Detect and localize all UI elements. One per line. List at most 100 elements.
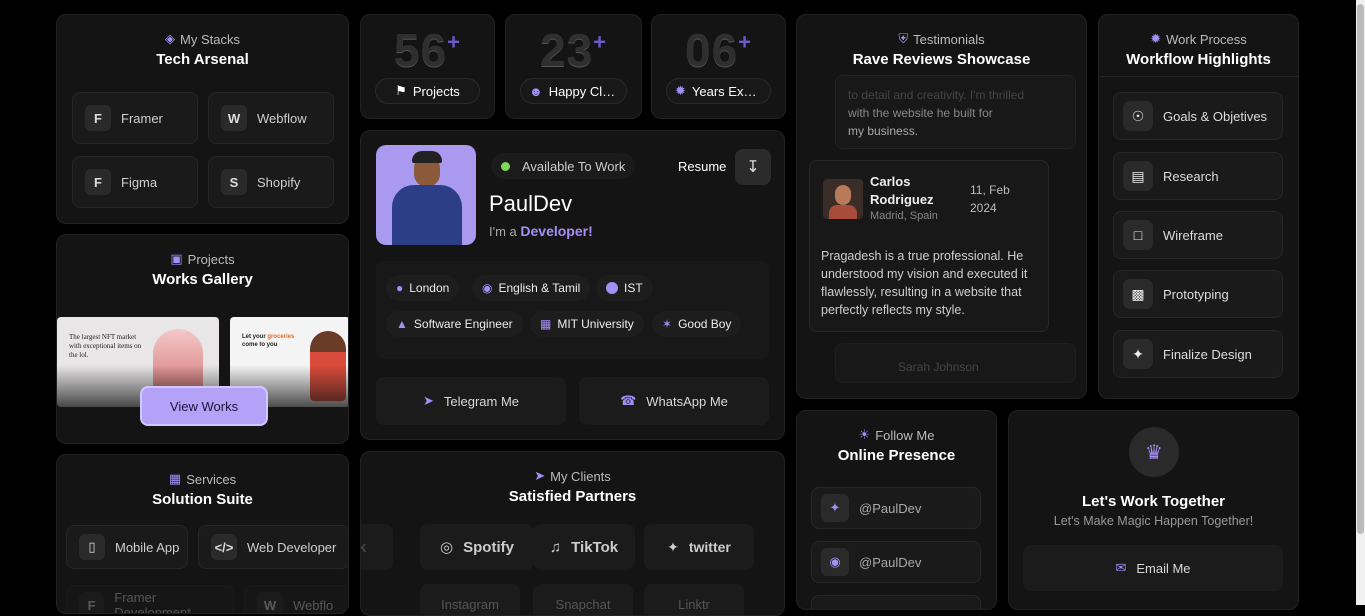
service-framer-development[interactable]: F Framer Development (66, 585, 234, 613)
layers-icon: ◈ (165, 31, 176, 46)
process-eyebrow: Work Process (1166, 31, 1247, 47)
service-webflow[interactable]: W Webflo (244, 585, 348, 613)
client-instagram: Instagram (420, 584, 520, 615)
profile-tags: ● London ◉ English & Tamil IST ▲ Software E… (376, 261, 769, 359)
twitter-icon: ✦ (821, 494, 849, 522)
smile-icon: ☻ (529, 83, 543, 99)
view-works-button[interactable]: View Works (140, 386, 268, 426)
process-step-finalize: ✦ Finalize Design (1113, 330, 1283, 378)
magic-wand-icon: ✦ (1123, 339, 1153, 369)
cta-title: Let's Work Together (1081, 493, 1226, 510)
stat-clients-number: 23+ (539, 24, 608, 76)
clock-icon (606, 282, 618, 294)
service-mobile-app[interactable]: ▯ Mobile App (66, 525, 188, 569)
badge-icon: ✹ (1150, 31, 1162, 46)
testimonials-eyebrow: Testimonials (913, 31, 985, 47)
globe-icon: ◉ (482, 281, 493, 295)
scrollbar-thumb[interactable] (1357, 4, 1364, 534)
works-gallery-card: ▣ Projects Works Gallery The largest NFT … (56, 234, 349, 444)
review-quote: Pragadesh is a true professional. He und… (821, 249, 1028, 317)
avatar-body (392, 185, 462, 245)
resume-download-button[interactable]: ↧ (735, 149, 771, 185)
profile-name: PaulDev (489, 191, 573, 216)
testimonials-title: Rave Reviews Showcase (852, 51, 1031, 68)
tiktok-icon: ♫ (549, 538, 562, 556)
tag-location: ● London (386, 275, 460, 301)
pin-icon: ● (396, 281, 404, 295)
telegram-button[interactable]: ➤ Telegram Me (376, 377, 566, 425)
services-card: ▦ Services Solution Suite ▯ Mobile App </>… (56, 454, 349, 614)
profile-role-line: I'm a Developer! (489, 223, 593, 239)
cta-card: ♛ Let's Work Together Let's Make Magic H… (1008, 410, 1299, 610)
shopify-icon: S (221, 169, 247, 195)
avatar-hair (412, 151, 442, 163)
process-step-prototyping: ▩ Prototyping (1113, 270, 1283, 318)
social-link-partial[interactable] (811, 595, 981, 609)
instagram-link[interactable]: ◉ @PaulDev (811, 541, 981, 583)
framer-icon: F (85, 105, 111, 131)
follow-eyebrow: Follow Me (875, 427, 935, 443)
reviewer-avatar (823, 179, 863, 219)
rocket-icon: ➤ (534, 468, 546, 483)
tag-university: ▦ MIT University (530, 311, 644, 337)
profile-card: Available To Work Resume ↧ PaulDev I'm a… (360, 130, 785, 440)
webflow-icon: W (257, 592, 283, 613)
thumb2-text: Let your groceries come to you (242, 334, 295, 348)
crown-badge: ♛ (1129, 427, 1179, 477)
prototype-icon: ▩ (1123, 279, 1153, 309)
framer-icon: F (79, 592, 105, 613)
instagram-icon: ◉ (821, 548, 849, 576)
wireframe-icon: □ (1123, 220, 1153, 250)
phone-icon: ▯ (79, 534, 105, 560)
grid-icon: ▦ (168, 471, 182, 486)
work-process-card: ✹ Work Process Workflow Highlights ☉ Goals… (1098, 14, 1299, 399)
process-step-research: ▤ Research (1113, 152, 1283, 200)
page-scrollbar[interactable] (1356, 0, 1365, 605)
cta-subtitle: Let's Make Magic Happen Together! (1053, 514, 1254, 528)
service-web-developer[interactable]: </> Web Developer (198, 525, 348, 569)
services-title: Solution Suite (152, 491, 253, 508)
stacks-title: Tech Arsenal (156, 51, 249, 68)
projects-eyebrow: Projects (187, 251, 235, 267)
stat-projects-number: 56+ (393, 24, 462, 76)
process-step-goals: ☉ Goals & Objetives (1113, 92, 1283, 140)
clients-title: Satisfied Partners (508, 488, 637, 505)
sun-icon: ☀ (858, 427, 871, 442)
stack-webflow[interactable]: W Webflow (208, 92, 334, 144)
flag-icon: ⚑ (395, 83, 407, 98)
briefcase-icon: ▣ (170, 251, 183, 266)
reviewer-location: Madrid, Spain (870, 210, 938, 222)
download-icon: ↧ (746, 159, 760, 176)
webflow-icon: W (221, 105, 247, 131)
stat-projects-label: ⚑ Projects (375, 78, 480, 104)
twitter-link[interactable]: ✦ @PaulDev (811, 487, 981, 529)
stack-shopify[interactable]: S Shopify (208, 156, 334, 208)
stacks-eyebrow: My Stacks (180, 31, 240, 47)
reviewer-name: Carlos Rodriguez (870, 174, 934, 207)
testimonial-active: Carlos Rodriguez Madrid, Spain 11, Feb 202… (809, 160, 1049, 332)
stat-happy-clients: 23+ ☻ Happy Clie... (505, 14, 642, 119)
process-step-wireframe: □ Wireframe (1113, 211, 1283, 259)
whatsapp-icon: ☎ (620, 393, 637, 408)
stack-framer[interactable]: F Framer (72, 92, 198, 144)
figma-icon: F (85, 169, 111, 195)
follow-title: Online Presence (837, 447, 956, 464)
stack-figma[interactable]: F Figma (72, 156, 198, 208)
crown-icon: ♛ (1145, 441, 1163, 464)
testimonial-next: Sarah Johnson (835, 343, 1076, 383)
telegram-icon: ➤ (422, 393, 434, 408)
resume-label: Resume (678, 159, 727, 174)
stat-projects: 56+ ⚑ Projects (360, 14, 495, 119)
thumb-text: The largest NFT market with exceptional … (69, 333, 142, 359)
review-date: 11, Feb 2024 (970, 183, 1010, 215)
tag-languages: ◉ English & Tamil (472, 275, 591, 301)
stat-years-experience: 06+ ✹Years Exper... (651, 14, 786, 119)
availability-status: Available To Work (491, 153, 636, 179)
client-tiktok: ♫ TikTok (533, 524, 635, 570)
code-icon: </> (211, 534, 237, 560)
projects-title: Works Gallery (152, 271, 253, 288)
whatsapp-button[interactable]: ☎ WhatsApp Me (579, 377, 769, 425)
testimonials-card: ⛨ Testimonials Rave Reviews Showcase to d… (796, 14, 1087, 399)
services-eyebrow: Services (186, 471, 237, 487)
email-me-button[interactable]: ✉ Email Me (1023, 545, 1283, 591)
